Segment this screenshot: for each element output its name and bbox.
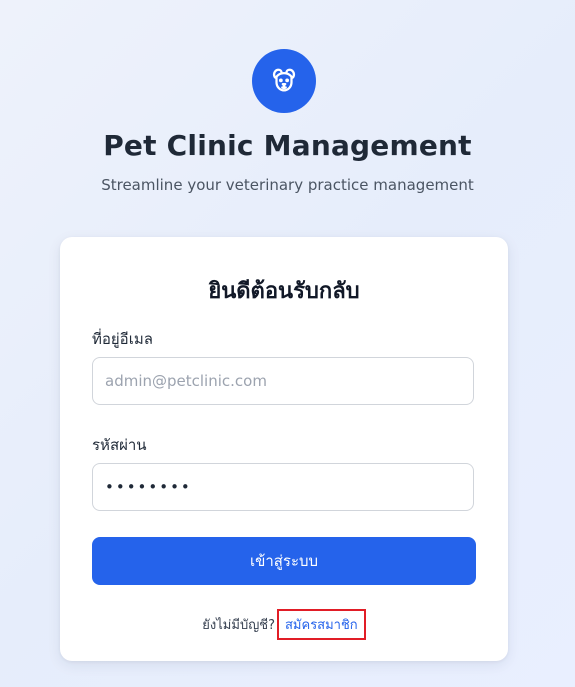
dog-face-icon — [272, 68, 296, 92]
signup-prompt: ยังไม่มีบัญชี? — [202, 618, 275, 633]
app-title: Pet Clinic Management — [103, 129, 472, 162]
login-card-title: ยินดีต้อนรับกลับ — [208, 279, 360, 304]
login-card: ยินดีต้อนรับกลับ ที่อยู่อีเมล รหัสผ่าน เ… — [60, 237, 508, 661]
login-button[interactable]: เข้าสู่ระบบ — [92, 537, 476, 585]
email-label: ที่อยู่อีเมล — [92, 330, 153, 348]
password-label: รหัสผ่าน — [92, 436, 147, 454]
app-logo — [252, 49, 316, 113]
email-input[interactable] — [92, 357, 474, 405]
app-subtitle: Streamline your veterinary practice mana… — [101, 176, 474, 194]
signup-row: ยังไม่มีบัญชี? สมัครสมาชิก — [60, 609, 508, 640]
signup-link[interactable]: สมัครสมาชิก — [277, 609, 366, 640]
password-input[interactable] — [92, 463, 474, 511]
